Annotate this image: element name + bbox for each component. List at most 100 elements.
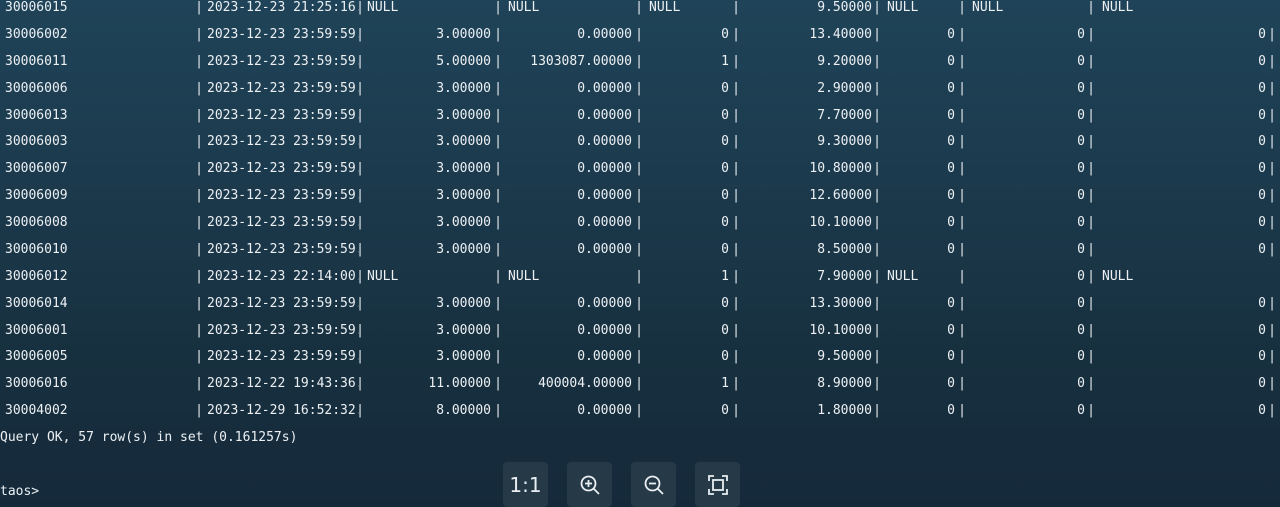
- cell-b: 0.00000: [577, 403, 632, 419]
- cell-ts: 2023-12-23 21:25:16.000: [199, 0, 359, 21]
- cell-a: 3.00000: [436, 26, 491, 42]
- column-separator: |: [635, 268, 643, 284]
- column-separator: |: [635, 107, 643, 123]
- fit-to-screen-button[interactable]: [695, 462, 740, 507]
- cell-e: 0: [947, 107, 955, 123]
- column-separator: |: [356, 26, 364, 42]
- column-separator: |: [635, 349, 643, 365]
- cell-id: 30006001: [5, 322, 68, 338]
- cell-f: 0: [1077, 295, 1085, 311]
- column-separator: |: [958, 322, 966, 338]
- column-separator: |: [958, 241, 966, 257]
- cell-id: 30006006: [5, 80, 68, 96]
- cell-f: 0: [1077, 403, 1085, 419]
- table-row: 30006013 2023-12-23 23:59:59.000 3.00000 0.…: [0, 102, 1280, 129]
- command-prompt[interactable]: taos>: [0, 478, 39, 505]
- cell-e: 0: [947, 188, 955, 204]
- cell-g: NULL: [1102, 268, 1134, 284]
- column-separator: |: [635, 26, 643, 42]
- column-separator: |: [873, 188, 881, 204]
- column-separator: |: [494, 268, 502, 284]
- column-separator: |: [1087, 107, 1095, 123]
- zoom-in-button[interactable]: [567, 462, 612, 507]
- cell-e: NULL: [887, 0, 919, 15]
- table-row: 30006007 2023-12-23 23:59:59.000 3.00000 0.…: [0, 155, 1280, 182]
- column-separator: |: [732, 188, 740, 204]
- column-separator: |: [494, 188, 502, 204]
- column-separator: |: [195, 134, 203, 150]
- cell-f: NULL: [972, 0, 1004, 15]
- column-separator: |: [356, 53, 364, 69]
- cell-g: 0: [1258, 241, 1266, 257]
- column-separator: |: [356, 161, 364, 177]
- cell-e: 0: [947, 295, 955, 311]
- cell-ts-value: 2023-12-23 23:59:59.000: [207, 241, 359, 257]
- column-separator: |: [873, 268, 881, 284]
- column-separator: |: [356, 107, 364, 123]
- column-separator: |: [635, 0, 643, 15]
- column-separator: |: [195, 403, 203, 419]
- column-separator: |: [494, 295, 502, 311]
- cell-c: 0: [721, 322, 729, 338]
- column-separator: |: [494, 26, 502, 42]
- cell-c: 0: [721, 107, 729, 123]
- cell-g: NULL: [1102, 0, 1134, 15]
- column-separator: |: [494, 53, 502, 69]
- query-status-line: Query OK, 57 row(s) in set (0.161257s): [0, 430, 298, 445]
- cell-g: 0: [1258, 107, 1266, 123]
- column-separator: |: [356, 188, 364, 204]
- cell-b: 0.00000: [577, 161, 632, 177]
- column-separator: |: [356, 0, 364, 15]
- column-separator: |: [635, 161, 643, 177]
- cell-g: 0: [1258, 53, 1266, 69]
- cell-e: 0: [947, 241, 955, 257]
- column-separator: |: [1087, 215, 1095, 231]
- table-row: 30006001 2023-12-23 23:59:59.000 3.00000 0.…: [0, 317, 1280, 344]
- cell-a: 3.00000: [436, 241, 491, 257]
- cell-f: 0: [1077, 349, 1085, 365]
- column-separator: |: [1087, 134, 1095, 150]
- cell-b: NULL: [508, 0, 540, 15]
- cell-g: 0: [1258, 161, 1266, 177]
- cell-f: 0: [1077, 188, 1085, 204]
- cell-g: 0: [1258, 188, 1266, 204]
- column-separator: |: [1087, 80, 1095, 96]
- column-separator: |: [195, 188, 203, 204]
- column-separator: |: [635, 134, 643, 150]
- column-separator: |: [1087, 349, 1095, 365]
- cell-a: 3.00000: [436, 322, 491, 338]
- cell-ts: 2023-12-23 23:59:59.000: [199, 48, 359, 75]
- cell-ts: 2023-12-23 23:59:59.000: [199, 317, 359, 344]
- column-separator: |: [958, 268, 966, 284]
- actual-size-button[interactable]: 1:1: [503, 462, 548, 507]
- cell-b: 0.00000: [577, 134, 632, 150]
- column-separator: |: [1087, 376, 1095, 392]
- column-separator: |: [356, 376, 364, 392]
- cell-c: 0: [721, 215, 729, 231]
- column-separator: |: [195, 53, 203, 69]
- column-separator: |: [195, 0, 203, 15]
- cell-g: 0: [1258, 349, 1266, 365]
- cell-ts-value: 2023-12-23 23:59:59.000: [207, 188, 359, 204]
- actual-size-label: 1:1: [509, 472, 542, 497]
- column-separator: |: [873, 80, 881, 96]
- cell-a: 3.00000: [436, 295, 491, 311]
- cell-f: 0: [1077, 107, 1085, 123]
- cell-a: 3.00000: [436, 161, 491, 177]
- column-separator: |: [1268, 53, 1276, 69]
- cell-a: 11.00000: [428, 376, 491, 392]
- cell-e: 0: [947, 215, 955, 231]
- cell-f: 0: [1077, 80, 1085, 96]
- cell-e: 0: [947, 376, 955, 392]
- cell-g: 0: [1258, 26, 1266, 42]
- column-separator: |: [732, 53, 740, 69]
- column-separator: |: [958, 134, 966, 150]
- cell-f: 0: [1077, 241, 1085, 257]
- column-separator: |: [1268, 80, 1276, 96]
- cell-ts-value: 2023-12-23 22:14:00.000: [207, 268, 359, 284]
- column-separator: |: [356, 349, 364, 365]
- zoom-out-button[interactable]: [631, 462, 676, 507]
- column-separator: |: [732, 0, 740, 15]
- column-separator: |: [1268, 349, 1276, 365]
- cell-id: 30006010: [5, 241, 68, 257]
